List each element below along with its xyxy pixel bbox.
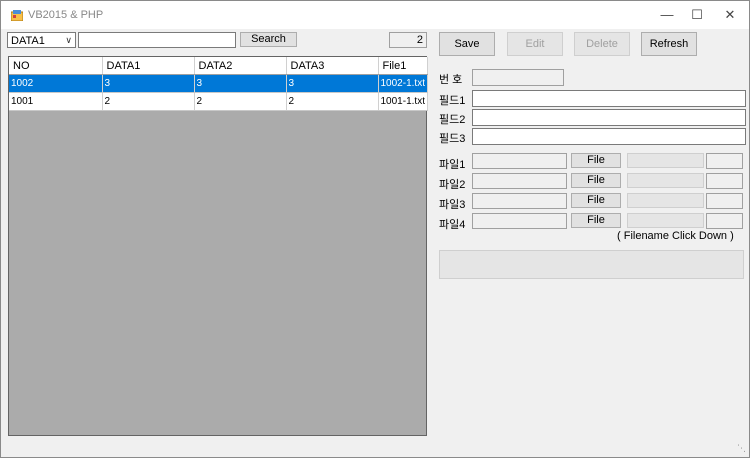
field-select-value: DATA1 xyxy=(11,35,45,47)
table-cell[interactable]: 3 xyxy=(286,74,379,93)
grid-header-row: NO DATA1 DATA2 DATA3 File1 xyxy=(9,57,428,75)
field2-input[interactable] xyxy=(472,109,746,126)
column-header[interactable]: NO xyxy=(9,57,103,75)
status-bar: ⋱ xyxy=(1,438,749,457)
data-grid[interactable]: NO DATA1 DATA2 DATA3 File1 1002 3 3 3 10… xyxy=(8,56,428,436)
column-header[interactable]: File1 xyxy=(378,57,428,75)
table-cell[interactable]: 1002-1.txt xyxy=(378,74,428,93)
file2-path xyxy=(472,173,567,189)
app-window: VB2015 & PHP — ☐ ✕ DATA1 ∨ Search 2 NO D… xyxy=(0,0,750,458)
file3-download[interactable] xyxy=(627,193,704,208)
file4-download[interactable] xyxy=(627,213,704,228)
message-panel xyxy=(439,250,744,279)
maximize-icon[interactable]: ☐ xyxy=(682,6,712,24)
file1-button[interactable]: File xyxy=(571,153,621,168)
table-cell[interactable]: 2 xyxy=(194,92,287,111)
file2-size xyxy=(706,173,743,189)
app-icon xyxy=(11,10,23,21)
file1-download[interactable] xyxy=(627,153,704,168)
search-button[interactable]: Search xyxy=(240,32,297,47)
table-cell[interactable]: 1002 xyxy=(9,74,103,93)
table-cell[interactable]: 2 xyxy=(102,92,195,111)
column-header[interactable]: DATA2 xyxy=(194,57,287,75)
chevron-down-icon: ∨ xyxy=(65,35,72,45)
record-count: 2 xyxy=(389,32,427,48)
minimize-icon[interactable]: — xyxy=(652,6,682,24)
table-cell[interactable]: 1001 xyxy=(9,92,103,111)
file2-button[interactable]: File xyxy=(571,173,621,188)
resize-grip-icon[interactable]: ⋱ xyxy=(737,443,746,454)
file1-path xyxy=(472,153,567,169)
table-cell[interactable]: 2 xyxy=(286,92,379,111)
field2-label: 필드2 xyxy=(439,114,466,126)
field3-label: 필드3 xyxy=(439,133,466,145)
file4-label: 파일4 xyxy=(439,219,466,231)
table-cell[interactable]: 3 xyxy=(194,74,287,93)
file2-download[interactable] xyxy=(627,173,704,188)
number-label: 번 호 xyxy=(439,74,463,86)
table-cell[interactable]: 3 xyxy=(102,74,195,93)
file3-path xyxy=(472,193,567,209)
filename-hint: ( Filename Click Down ) xyxy=(617,230,734,242)
window-title: VB2015 & PHP xyxy=(28,9,104,21)
file1-size xyxy=(706,153,743,169)
refresh-button[interactable]: Refresh xyxy=(641,32,697,56)
file3-button[interactable]: File xyxy=(571,193,621,208)
title-bar: VB2015 & PHP — ☐ ✕ xyxy=(1,1,749,29)
file4-path xyxy=(472,213,567,229)
table-row[interactable]: 1002 3 3 3 1002-1.txt xyxy=(9,74,428,93)
edit-button[interactable]: Edit xyxy=(507,32,563,56)
file3-size xyxy=(706,193,743,209)
file1-label: 파일1 xyxy=(439,159,466,171)
file3-label: 파일3 xyxy=(439,199,466,211)
field-select[interactable]: DATA1 ∨ xyxy=(7,32,76,48)
table-row[interactable]: 1001 2 2 2 1001-1.txt xyxy=(9,92,428,111)
search-input[interactable] xyxy=(78,32,236,48)
column-header[interactable]: DATA3 xyxy=(286,57,379,75)
field1-label: 필드1 xyxy=(439,95,466,107)
field1-input[interactable] xyxy=(472,90,746,107)
close-icon[interactable]: ✕ xyxy=(715,6,745,24)
number-field xyxy=(472,69,564,86)
field3-input[interactable] xyxy=(472,128,746,145)
column-header[interactable]: DATA1 xyxy=(102,57,195,75)
file4-button[interactable]: File xyxy=(571,213,621,228)
delete-button[interactable]: Delete xyxy=(574,32,630,56)
table-cell[interactable]: 1001-1.txt xyxy=(378,92,428,111)
save-button[interactable]: Save xyxy=(439,32,495,56)
file4-size xyxy=(706,213,743,229)
file2-label: 파일2 xyxy=(439,179,466,191)
